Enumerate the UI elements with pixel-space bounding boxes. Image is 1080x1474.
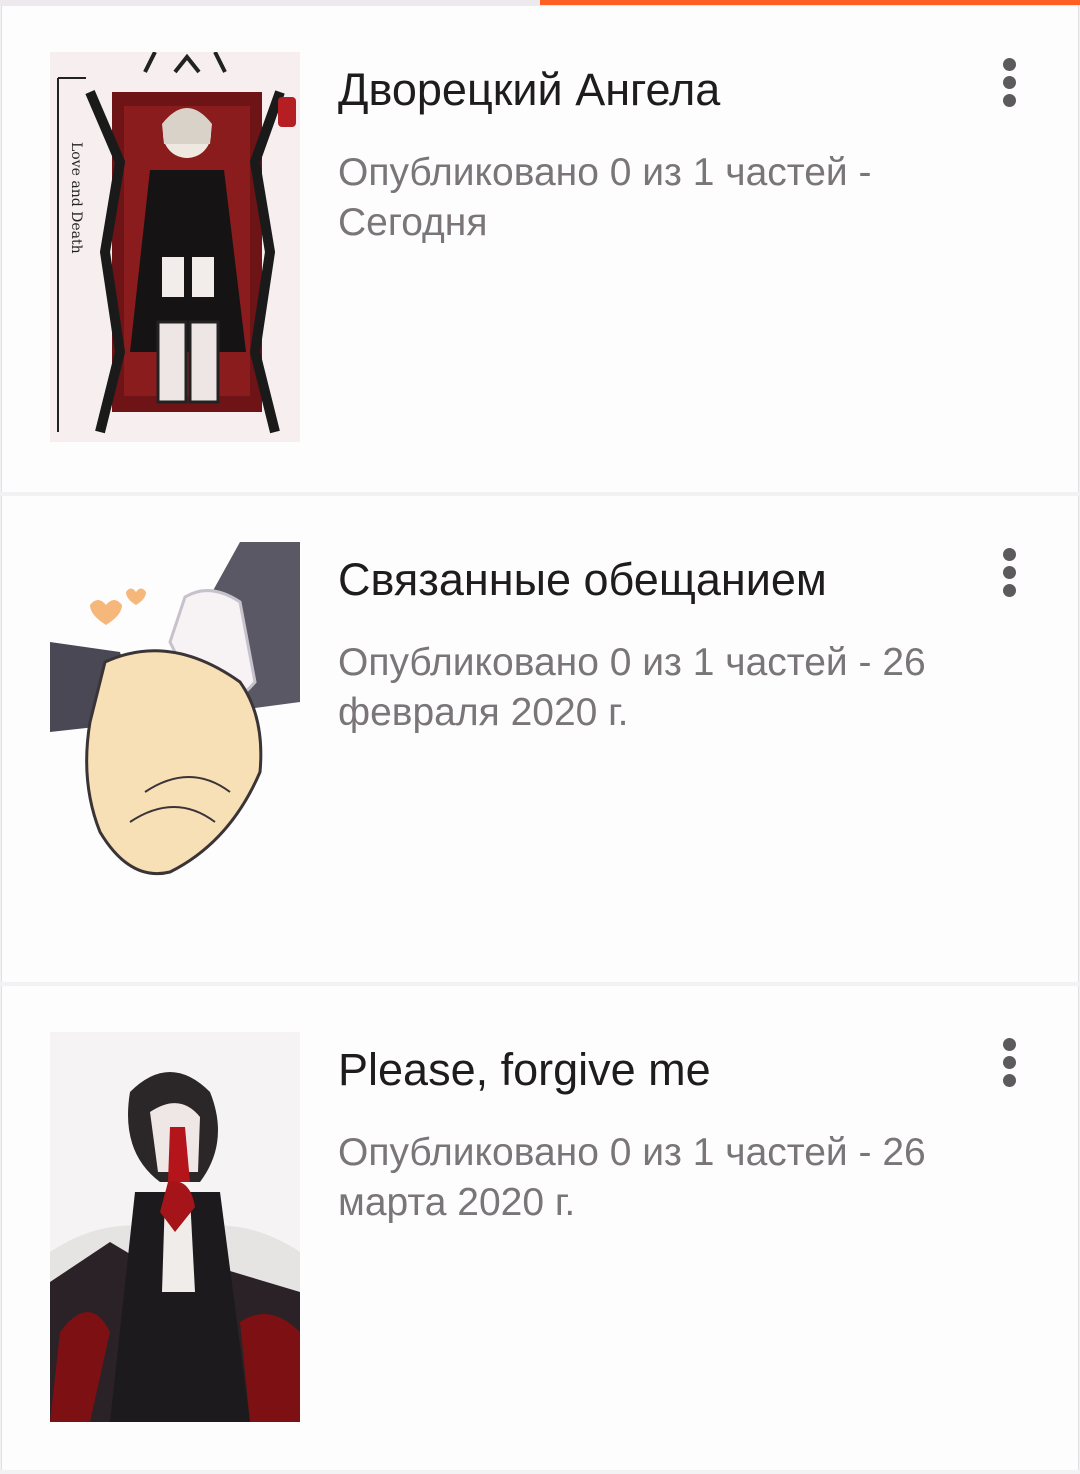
story-cover-image[interactable]: Love and Death (50, 52, 300, 442)
story-card[interactable]: Love and Death Дворецкий Ангела Опублико… (1, 6, 1079, 492)
story-status: Опубликовано 0 из 1 частей - 26 февраля … (338, 641, 926, 734)
story-cover-image[interactable] (50, 542, 300, 932)
cover-art-text: Love and Death (68, 142, 84, 254)
story-title[interactable]: Связанные обещанием (338, 552, 958, 608)
story-title[interactable]: Дворецкий Ангела (338, 62, 958, 118)
active-tab-indicator (540, 0, 1080, 5)
cover-illustration-hands (50, 542, 300, 932)
story-cover-image[interactable] (50, 1032, 300, 1422)
cover-illustration-figure (50, 1032, 300, 1422)
story-list: Love and Death Дворецкий Ангела Опублико… (0, 6, 1080, 1474)
more-vertical-icon[interactable] (984, 1030, 1036, 1098)
story-card[interactable]: Связанные обещанием Опубликовано 0 из 1 … (1, 496, 1079, 982)
story-title[interactable]: Please, forgive me (338, 1042, 958, 1098)
story-card[interactable]: Please, forgive me Опубликовано 0 из 1 ч… (1, 986, 1079, 1470)
more-vertical-icon[interactable] (984, 50, 1036, 118)
more-vertical-icon[interactable] (984, 540, 1036, 608)
cover-illustration-throne: Love and Death (50, 52, 300, 442)
story-status: Опубликовано 0 из 1 частей - Сегодня (338, 151, 872, 244)
story-status: Опубликовано 0 из 1 частей - 26 марта 20… (338, 1131, 926, 1224)
